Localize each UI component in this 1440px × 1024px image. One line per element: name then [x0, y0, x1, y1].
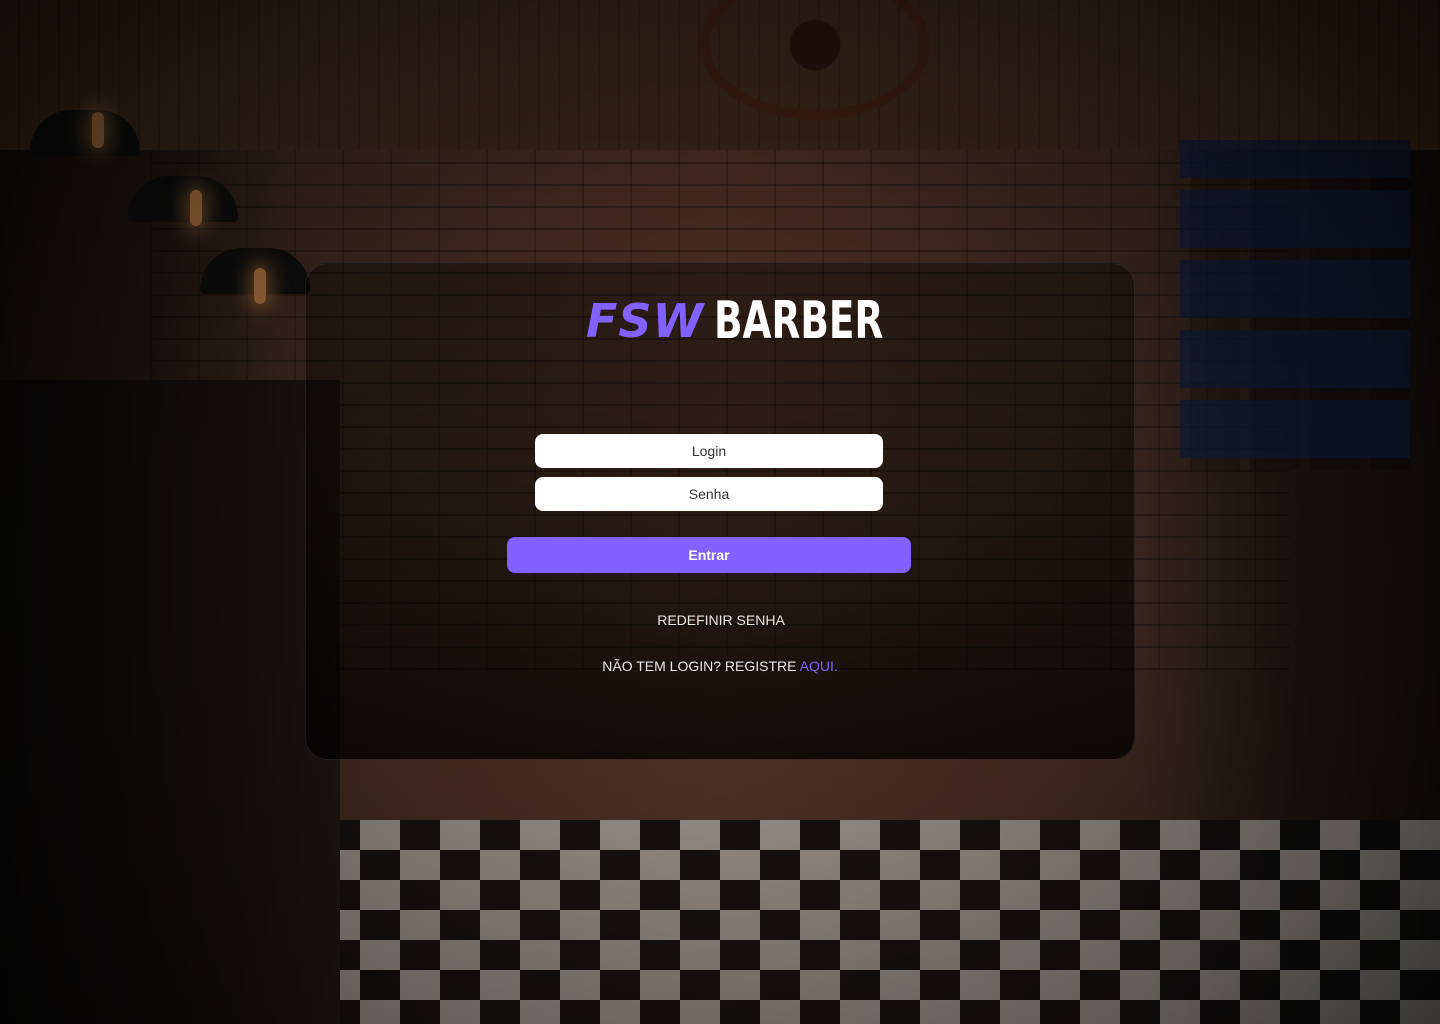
password-input[interactable] [535, 477, 883, 511]
reset-password-link[interactable]: REDEFINIR SENHA [560, 612, 882, 628]
logo: FSW BARBER [586, 287, 884, 355]
register-prefix: NÃO TEM LOGIN? REGISTRE [602, 658, 800, 674]
register-link[interactable]: AQUI. [800, 658, 838, 674]
logo-mark: FSW [586, 294, 705, 348]
enter-button[interactable]: Entrar [507, 537, 911, 573]
login-input[interactable] [535, 434, 883, 468]
register-text: NÃO TEM LOGIN? REGISTRE AQUI. [520, 658, 920, 674]
logo-word: BARBER [714, 291, 884, 351]
